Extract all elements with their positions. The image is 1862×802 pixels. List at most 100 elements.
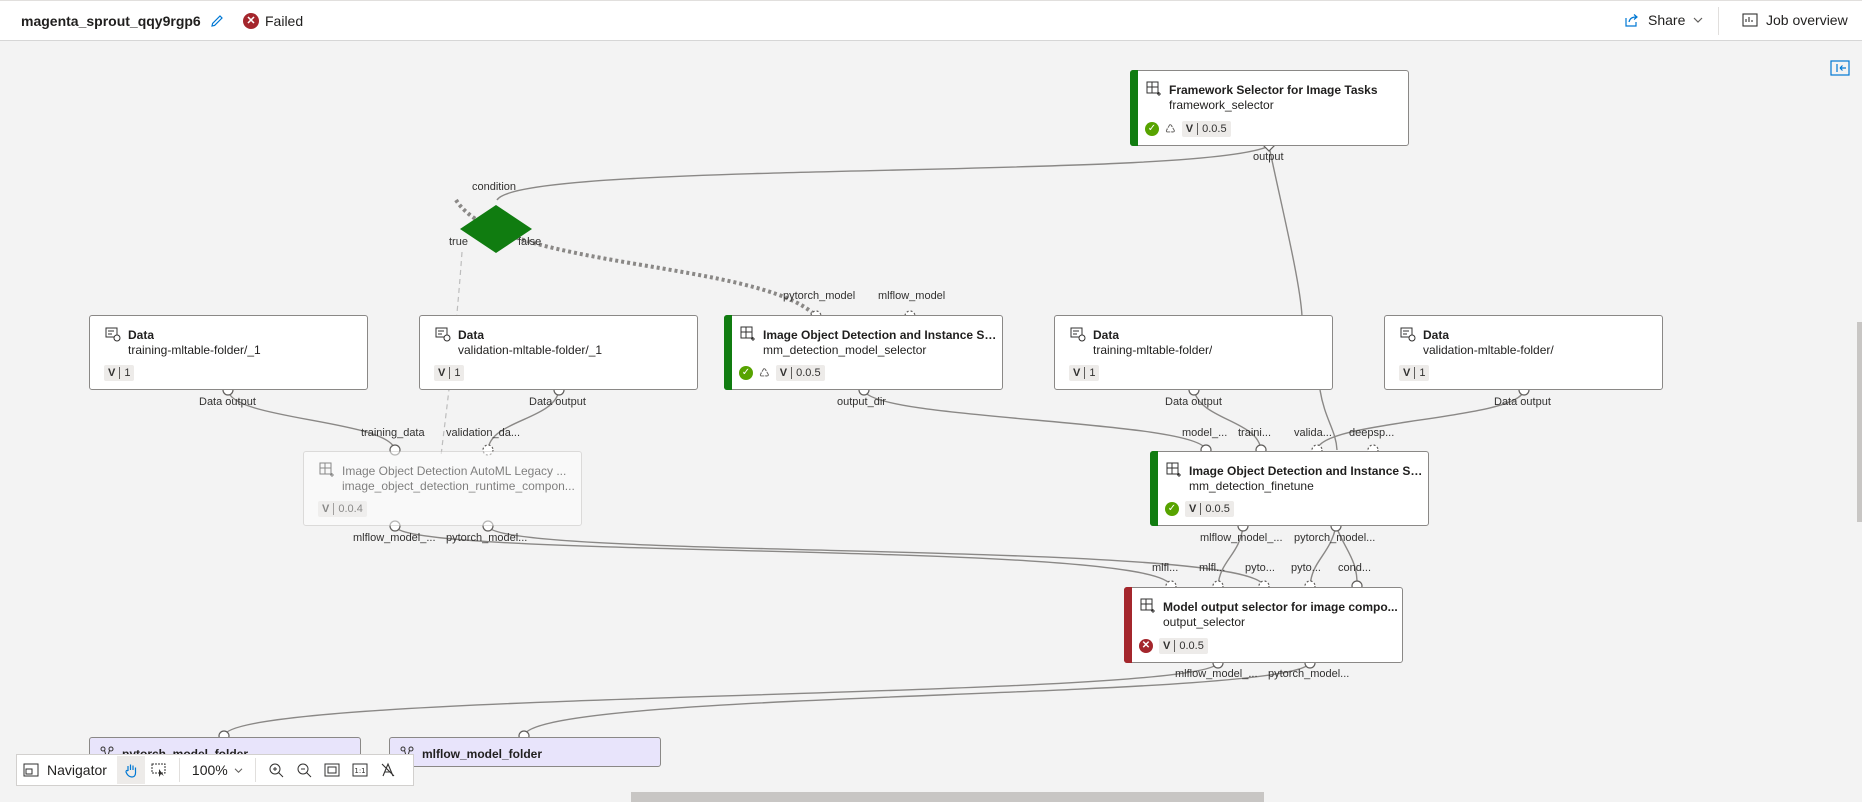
output-selector-node[interactable]: Model output selector for image compo...… bbox=[1124, 587, 1403, 663]
data-node-validation-1[interactable]: Data validation-mltable-folder/_1 V1 bbox=[419, 315, 698, 390]
port-label: Data output bbox=[199, 396, 256, 408]
auto-layout-button[interactable] bbox=[374, 756, 402, 784]
component-icon bbox=[1140, 598, 1155, 613]
success-icon: ✓ bbox=[1145, 122, 1159, 136]
zoom-in-button[interactable] bbox=[262, 756, 290, 784]
node-subtitle: validation-mltable-folder/_1 bbox=[458, 343, 603, 357]
port-label: Data output bbox=[1165, 396, 1222, 408]
node-title: Image Object Detection and Instance Se..… bbox=[763, 328, 998, 342]
port-label: traini... bbox=[1238, 427, 1272, 439]
port-label: valida... bbox=[1294, 427, 1332, 439]
version-badge: V1 bbox=[1069, 365, 1100, 381]
port-label: mlflow_model_... bbox=[353, 532, 436, 544]
zoom-in-icon bbox=[269, 763, 284, 778]
port-label: pyto... bbox=[1245, 562, 1275, 574]
condition-label: condition bbox=[472, 181, 517, 193]
pan-tool-button[interactable] bbox=[116, 756, 145, 784]
port-label: mlfl... bbox=[1199, 562, 1226, 574]
port-label: model_... bbox=[1182, 427, 1228, 439]
node-subtitle: mm_detection_finetune bbox=[1189, 479, 1314, 493]
node-title: Model output selector for image compo... bbox=[1163, 600, 1398, 614]
status-bar bbox=[1130, 70, 1138, 146]
node-title: Image Object Detection AutoML Legacy ... bbox=[342, 464, 567, 478]
status-bar bbox=[724, 315, 732, 390]
node-title: Data bbox=[1093, 328, 1120, 342]
status-bar bbox=[1150, 451, 1158, 526]
node-subtitle: framework_selector bbox=[1169, 98, 1274, 112]
auto-layout-icon bbox=[381, 762, 395, 777]
version-badge: V1 bbox=[104, 365, 135, 381]
select-tool-button[interactable] bbox=[145, 756, 173, 784]
fit-to-screen-button[interactable] bbox=[318, 756, 346, 784]
port-label: output_dir bbox=[837, 396, 886, 408]
node-title: Data bbox=[1423, 328, 1450, 342]
success-icon: ✓ bbox=[1165, 502, 1179, 516]
data-icon bbox=[1070, 327, 1086, 342]
version-badge: V 0.0.5 bbox=[1159, 638, 1208, 654]
automl-legacy-node[interactable]: Image Object Detection AutoML Legacy ...… bbox=[303, 451, 582, 526]
vertical-scrollbar[interactable] bbox=[1857, 322, 1862, 522]
data-node-validation-2[interactable]: Data validation-mltable-folder/ V1 bbox=[1384, 315, 1663, 390]
navigator-button[interactable]: Navigator bbox=[17, 755, 117, 785]
canvas-toolbar: Navigator 100% 1:1 bbox=[16, 754, 414, 786]
port-label: validation_da... bbox=[446, 427, 520, 439]
reuse-icon: ♺ bbox=[759, 366, 770, 380]
actual-size-icon: 1:1 bbox=[352, 763, 368, 777]
horizontal-scrollbar[interactable] bbox=[631, 792, 1264, 802]
actual-size-button[interactable]: 1:1 bbox=[346, 756, 374, 784]
version-badge: V 0.0.5 bbox=[775, 365, 825, 381]
node-subtitle: output_selector bbox=[1163, 615, 1246, 629]
version-badge: V1 bbox=[1399, 365, 1430, 381]
zoom-out-icon bbox=[297, 763, 312, 778]
port-label: cond... bbox=[1338, 562, 1372, 574]
chevron-down-icon bbox=[234, 767, 243, 773]
port-label: mlflow_model_... bbox=[1175, 668, 1258, 680]
port-label: Data output bbox=[529, 396, 586, 408]
port-label: training_data bbox=[361, 427, 425, 439]
mlflow-model-folder-node[interactable]: mlflow_model_folder bbox=[389, 737, 661, 767]
navigator-icon bbox=[23, 763, 39, 777]
success-icon: ✓ bbox=[739, 366, 753, 380]
mm-detection-finetune-node[interactable]: Image Object Detection and Instance Se..… bbox=[1150, 451, 1429, 526]
zoom-out-button[interactable] bbox=[290, 756, 318, 784]
port-label: pytorch_model bbox=[783, 290, 856, 302]
node-title: mlflow_model_folder bbox=[422, 747, 543, 761]
data-node-training-1[interactable]: Data training-mltable-folder/_1 V1 bbox=[89, 315, 368, 390]
port-label: Data output bbox=[1494, 396, 1551, 408]
port-label: mlflow_model_... bbox=[1200, 532, 1283, 544]
select-icon bbox=[151, 763, 166, 777]
port-label: output bbox=[1253, 151, 1284, 163]
node-title: Framework Selector for Image Tasks bbox=[1169, 83, 1378, 97]
port-label: deepsp... bbox=[1349, 427, 1395, 439]
node-subtitle: validation-mltable-folder/ bbox=[1423, 343, 1554, 357]
component-icon bbox=[319, 462, 334, 477]
port-label: pyto... bbox=[1291, 562, 1321, 574]
mm-detection-model-selector-node[interactable]: Image Object Detection and Instance Se..… bbox=[724, 315, 1003, 390]
node-subtitle: mm_detection_model_selector bbox=[763, 343, 927, 357]
condition-false-label: false bbox=[518, 236, 542, 248]
port-label: pytorch_model... bbox=[1268, 668, 1350, 680]
version-badge: V 0.0.4 bbox=[318, 501, 367, 517]
framework-selector-node[interactable]: Framework Selector for Image Tasks frame… bbox=[1130, 70, 1409, 146]
fit-screen-icon bbox=[324, 763, 340, 777]
data-node-training-2[interactable]: Data training-mltable-folder/ V1 bbox=[1054, 315, 1333, 390]
data-icon bbox=[435, 327, 451, 342]
version-badge: V 0.0.5 bbox=[1181, 121, 1231, 137]
port-label: pytorch_model... bbox=[446, 532, 528, 544]
port-label: mlflow_model bbox=[878, 290, 946, 302]
node-title: Data bbox=[128, 328, 155, 342]
error-icon: ✕ bbox=[1139, 639, 1153, 653]
hand-icon bbox=[125, 764, 137, 778]
node-title: Image Object Detection and Instance Se..… bbox=[1189, 464, 1424, 478]
port-label: mlfl... bbox=[1152, 562, 1179, 574]
status-bar bbox=[1124, 587, 1132, 663]
data-icon bbox=[1400, 327, 1416, 342]
data-icon bbox=[105, 327, 121, 342]
navigator-label: Navigator bbox=[47, 762, 107, 778]
version-badge: V 0.0.5 bbox=[1185, 501, 1234, 517]
svg-text:1:1: 1:1 bbox=[354, 767, 365, 775]
condition-true-label: true bbox=[449, 236, 468, 248]
zoom-dropdown[interactable]: 100% bbox=[178, 758, 256, 782]
component-icon bbox=[740, 326, 755, 341]
node-title: Data bbox=[458, 328, 485, 342]
